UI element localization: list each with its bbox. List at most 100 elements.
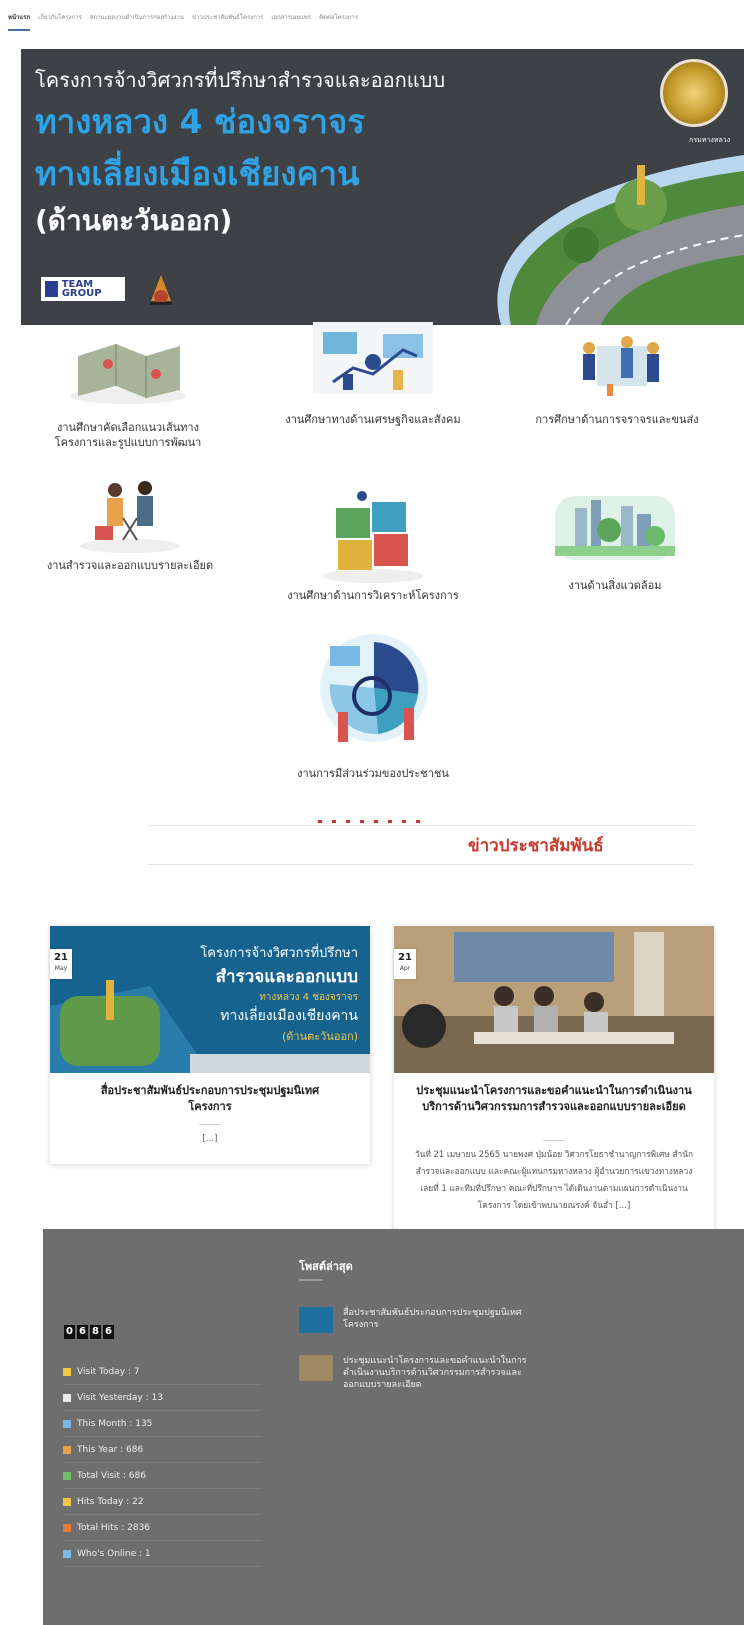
stat-row: This Year : 686	[63, 1437, 261, 1463]
service-route-selection[interactable]: งานศึกษาคัดเลือกแนวเส้นทาง โครงการและรูป…	[28, 334, 228, 450]
news-date-month: May	[54, 965, 68, 972]
team-group-logo-text: TEAM GROUP	[61, 279, 102, 299]
service-label: งานการมีส่วนร่วมของประชาชน	[297, 767, 449, 780]
service-traffic[interactable]: การศึกษาด้านการจราจรและขนส่ง	[512, 334, 722, 427]
nav-item-progress[interactable]: สถานะผลงานดำเนินการก่อสร้างงาน	[90, 12, 184, 22]
news-card-title[interactable]: สื่อประชาสัมพันธ์ประกอบการประชุมปฐมนิเทศ…	[80, 1083, 340, 1115]
hero-title-line-2: ทางเลี่ยงเมืองเชียงคาน	[35, 154, 360, 193]
hero-heading: โครงการจ้างวิศวกรที่ปรึกษาสำรวจและออกแบบ	[35, 68, 446, 92]
news-date-day: 21	[54, 952, 68, 963]
bar-chart-icon	[63, 1471, 71, 1480]
stat-row: Who's Online : 1	[63, 1541, 261, 1567]
hero-banner: โครงการจ้างวิศวกรที่ปรึกษาสำรวจและออกแบบ…	[21, 49, 744, 325]
nav-item-about[interactable]: เกี่ยวกับโครงการ	[38, 12, 82, 22]
counter-digit: 8	[90, 1325, 101, 1339]
counter-digit: 6	[77, 1325, 88, 1339]
service-survey-design[interactable]: งานสำรวจและออกแบบรายละเอียด	[10, 478, 250, 573]
visitor-counter: 0 6 8 6	[64, 1325, 114, 1339]
news-image-text-3: ทางหลวง 4 ช่องจราจร	[259, 992, 358, 1003]
stat-label: Hits Today : 22	[77, 1496, 144, 1507]
service-project-analysis[interactable]: งานศึกษาด้านการวิเคราะห์โครงการ	[258, 488, 488, 603]
news-card-separator	[199, 1124, 221, 1125]
team-group-logo: TEAM GROUP	[41, 277, 125, 301]
bar-chart-icon	[63, 1523, 71, 1532]
news-image-text-1: โครงการจ้างวิศวกรที่ปรึกษา	[200, 946, 358, 961]
news-card-1[interactable]: โครงการจ้างวิศวกรที่ปรึกษา สำรวจและออกแบ…	[50, 926, 370, 1164]
news-date-day: 21	[398, 952, 412, 963]
counter-digit: 0	[64, 1325, 75, 1339]
news-card-image[interactable]	[394, 926, 714, 1073]
news-date-month: Apr	[399, 965, 411, 972]
hero-title-line-1: ทางหลวง 4 ช่องจราจร	[35, 102, 365, 141]
stat-row: Visit Yesterday : 13	[63, 1385, 261, 1411]
news-image-text-5: (ด้านตะวันออก)	[281, 1030, 358, 1043]
recent-post-thumbnail[interactable]	[299, 1307, 333, 1333]
service-economy[interactable]: งานศึกษาทางด้านเศรษฐกิจและสังคม	[258, 322, 488, 427]
online-user-icon	[63, 1549, 71, 1558]
news-card-excerpt: […]	[202, 1133, 218, 1143]
service-label: งานด้านสิ่งแวดล้อม	[568, 579, 662, 592]
news-card-excerpt: วันที่ 21 เมษายน 2565 นายพงศ ปุ่มน้อย วิ…	[414, 1149, 694, 1210]
counter-digit: 6	[103, 1325, 114, 1339]
nav-item-documents[interactable]: เอกสารเผยแพร่	[271, 12, 311, 22]
recent-post-thumbnail[interactable]	[299, 1355, 333, 1381]
economy-icon	[313, 322, 433, 394]
footer: 0 6 8 6 Visit Today : 7 Visit Yesterday …	[43, 1229, 744, 1625]
recent-posts-underline	[299, 1279, 323, 1281]
news-card-image[interactable]: โครงการจ้างวิศวกรที่ปรึกษา สำรวจและออกแบ…	[50, 926, 370, 1073]
highway-photo	[497, 155, 744, 325]
service-label: งานสำรวจและออกแบบรายละเอียด	[46, 559, 214, 572]
stat-row: Total Hits : 2836	[63, 1515, 261, 1541]
calendar-icon	[63, 1445, 71, 1454]
service-environment[interactable]: งานด้านสิ่งแวดล้อม	[520, 486, 710, 593]
service-label: การศึกษาด้านการจราจรและขนส่ง	[535, 413, 699, 426]
news-header-divider-top	[148, 825, 694, 826]
stat-label: This Year : 686	[77, 1444, 144, 1455]
news-section-title: ข่าวประชาสัมพันธ์	[468, 836, 604, 856]
service-public-participation[interactable]: งานการมีส่วนร่วมของประชาชน	[258, 632, 488, 781]
news-date-badge: 21 Apr	[394, 949, 416, 979]
stat-row: Hits Today : 22	[63, 1489, 261, 1515]
news-image-text-2: สำรวจและออกแบบ	[215, 967, 358, 987]
participation-icon	[320, 634, 428, 742]
news-card-title[interactable]: ประชุมแนะนำโครงการและขอคำแนะนำในการดำเนิ…	[412, 1083, 696, 1115]
news-image-text-4: ทางเลี่ยงเมืองเชียงคาน	[220, 1008, 358, 1024]
top-nav: หน้าแรก เกี่ยวกับโครงการ สถานะผลงานดำเนิ…	[0, 0, 744, 36]
stat-label: Total Hits : 2836	[77, 1522, 151, 1533]
service-label: งานศึกษาทางด้านเศรษฐกิจและสังคม	[285, 413, 461, 426]
service-label-line-2: โครงการและรูปแบบการพัฒนา	[54, 436, 202, 449]
news-card-separator	[543, 1140, 565, 1141]
nav-item-home[interactable]: หน้าแรก	[8, 12, 30, 22]
news-card-2[interactable]: 21 Apr ประชุมแนะนำโครงการและขอคำแนะนำในก…	[394, 926, 714, 1277]
stat-row: This Month : 135	[63, 1411, 261, 1437]
calendar-icon	[63, 1419, 71, 1428]
nav-item-contact[interactable]: ติดต่อโครงการ	[319, 12, 358, 22]
stat-label: Visit Today : 7	[77, 1366, 140, 1377]
puzzle-icon	[323, 491, 423, 583]
department-seal-icon	[660, 59, 728, 127]
environment-icon	[555, 496, 675, 560]
stat-label: This Month : 135	[77, 1418, 153, 1429]
news-header-divider-bottom	[148, 864, 694, 865]
nav-menu: หน้าแรก เกี่ยวกับโครงการ สถานะผลงานดำเนิ…	[8, 12, 358, 22]
nav-active-indicator	[8, 29, 30, 31]
service-label: งานศึกษาคัดเลือกแนวเส้นทาง	[57, 421, 199, 434]
stat-row: Total Visit : 686	[63, 1463, 261, 1489]
stat-label: Who's Online : 1	[77, 1548, 151, 1559]
nav-item-news[interactable]: ข่าวประชาสัมพันธ์โครงการ	[192, 12, 263, 22]
traffic-icon	[583, 336, 659, 396]
recent-post-title[interactable]: สื่อประชาสัมพันธ์ประกอบการประชุมปฐมนิเทศ…	[343, 1307, 533, 1333]
stat-row: Visit Today : 7	[63, 1359, 261, 1385]
recent-post-title[interactable]: ประชุมแนะนำโครงการและขอคำแนะนำในการดำเนิ…	[343, 1355, 533, 1391]
service-label: งานศึกษาด้านการวิเคราะห์โครงการ	[287, 589, 459, 602]
emblem-icon	[150, 275, 172, 305]
visitor-icon	[63, 1393, 71, 1402]
news-date-badge: 21 May	[50, 949, 72, 979]
visitor-icon	[63, 1367, 71, 1376]
calendar-icon	[63, 1497, 71, 1506]
stat-label: Total Visit : 686	[77, 1470, 146, 1481]
map-icon	[70, 344, 186, 404]
recent-post-2[interactable]: ประชุมแนะนำโครงการและขอคำแนะนำในการดำเนิ…	[299, 1355, 533, 1391]
recent-post-1[interactable]: สื่อประชาสัมพันธ์ประกอบการประชุมปฐมนิเทศ…	[299, 1307, 533, 1333]
visitor-stats: Visit Today : 7 Visit Yesterday : 13 Thi…	[63, 1359, 261, 1567]
